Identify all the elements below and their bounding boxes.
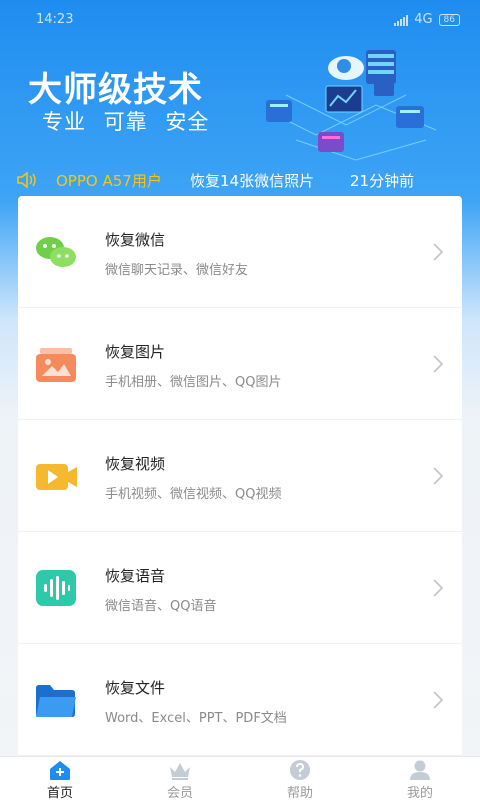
chevron-right-icon: [433, 355, 444, 373]
network-type: 4G: [414, 12, 433, 27]
recover-videos-item[interactable]: 恢复视频 手机视频、微信视频、QQ视频: [18, 420, 462, 532]
tab-label: 首页: [46, 786, 73, 800]
item-description: 手机相册、微信图片、QQ图片: [105, 375, 282, 390]
profile-icon: [410, 760, 430, 780]
recover-files-item[interactable]: 恢复文件 Word、Excel、PPT、PDF文档: [18, 644, 462, 756]
chevron-right-icon: [433, 691, 444, 709]
help-icon: [290, 760, 310, 780]
chevron-right-icon: [433, 579, 444, 597]
tab-label: 我的: [406, 786, 433, 800]
chevron-right-icon: [433, 243, 444, 261]
item-title: 恢复微信: [105, 231, 166, 249]
chevron-right-icon: [433, 467, 444, 485]
banner-title: 大师级技术: [28, 70, 203, 110]
video-icon: [36, 464, 77, 490]
recovery-ticker: OPPO A57用户 恢复14张微信照片 21分钟前: [0, 166, 480, 194]
recover-audio-item[interactable]: 恢复语音 微信语音、QQ语音: [18, 532, 462, 644]
item-description: Word、Excel、PPT、PDF文档: [105, 711, 287, 726]
recover-wechat-item[interactable]: 恢复微信 微信聊天记录、微信好友: [18, 196, 462, 308]
recovery-list: 恢复微信 微信聊天记录、微信好友 恢复图片 手机相册、微信图片、QQ图片 恢复视…: [18, 196, 462, 756]
folder-icon: [36, 685, 76, 717]
crown-icon: [170, 763, 190, 780]
speaker-icon: [17, 171, 36, 189]
battery-icon: 86: [438, 13, 460, 26]
ticker-user: OPPO A57用户: [56, 172, 162, 190]
item-title: 恢复文件: [105, 679, 166, 697]
bottom-tab-bar: 首页 会员 帮助 我的: [0, 756, 480, 800]
item-title: 恢复图片: [105, 343, 166, 361]
ticker-message: 恢复14张微信照片: [190, 172, 315, 190]
item-description: 手机视频、微信视频、QQ视频: [105, 487, 282, 502]
item-description: 微信聊天记录、微信好友: [105, 263, 249, 278]
photo-icon: [36, 348, 76, 382]
item-title: 恢复视频: [105, 455, 166, 473]
status-time: 14:23: [36, 12, 74, 27]
banner-subtitle: 专业 可靠 安全: [42, 110, 210, 134]
wechat-icon: [36, 237, 76, 267]
home-icon: [50, 761, 70, 780]
tab-member[interactable]: 会员: [140, 757, 220, 800]
tab-label: 帮助: [286, 786, 313, 800]
signal-icon: [394, 14, 409, 26]
tab-help[interactable]: 帮助: [260, 757, 340, 800]
server-illustration-icon: [265, 50, 437, 161]
ticker-time: 21分钟前: [350, 172, 415, 190]
item-description: 微信语音、QQ语音: [105, 599, 217, 614]
status-indicators: 4G 86: [394, 12, 460, 27]
promo-banner[interactable]: 大师级技术 专业 可靠 安全: [0, 40, 480, 161]
audio-icon: [36, 570, 76, 606]
recover-photos-item[interactable]: 恢复图片 手机相册、微信图片、QQ图片: [18, 308, 462, 420]
tab-home[interactable]: 首页: [20, 757, 100, 800]
status-bar: 14:23 4G 86: [0, 0, 480, 40]
item-title: 恢复语音: [105, 567, 166, 585]
tab-profile[interactable]: 我的: [380, 757, 460, 800]
tab-label: 会员: [166, 786, 193, 800]
